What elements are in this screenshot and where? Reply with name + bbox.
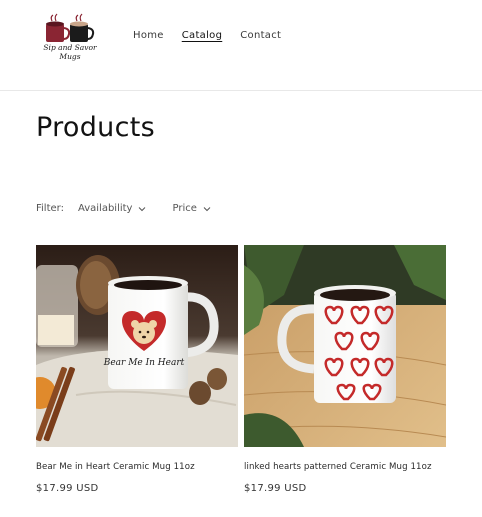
nav-catalog-link[interactable]: Catalog [182, 30, 223, 41]
mug-print-text: Bear Me In Heart [103, 358, 185, 368]
logo-line2: Mugs [59, 52, 81, 61]
price-filter-label: Price [172, 203, 197, 214]
main-nav: Home Catalog Contact [133, 30, 281, 41]
nav-contact-link[interactable]: Contact [240, 30, 281, 41]
logo-line1: Sip and Savor [43, 43, 97, 52]
product-card[interactable]: linked hearts patterned Ceramic Mug 11oz… [244, 245, 446, 494]
nav-home-link[interactable]: Home [133, 30, 164, 41]
product-image[interactable]: Bear Me In Heart [36, 245, 238, 447]
product-title-link[interactable]: Bear Me in Heart Ceramic Mug 11oz [36, 462, 238, 472]
mugs-logo-icon [46, 13, 95, 42]
product-card[interactable]: Bear Me In Heart Bear Me in Heart Cerami… [36, 245, 238, 494]
availability-filter-button[interactable]: Availability [78, 203, 147, 214]
product-price: $17.99 USD [36, 483, 99, 494]
product-image[interactable] [244, 245, 446, 447]
chevron-down-icon [203, 206, 211, 211]
chevron-down-icon [139, 206, 146, 211]
availability-filter-label: Availability [77, 203, 133, 214]
filter-label: Filter: [36, 203, 64, 214]
product-price: $17.99 USD [244, 483, 307, 494]
price-filter-button[interactable]: Price [172, 203, 211, 214]
store-logo[interactable]: Sip and Savor Mugs [40, 10, 100, 68]
filter-bar: Filter: Availability Price [36, 203, 237, 214]
page-title: Products [36, 112, 155, 143]
product-title-link[interactable]: linked hearts patterned Ceramic Mug 11oz [244, 462, 446, 472]
site-header: Sip and Savor Mugs Home Catalog Contact [0, 0, 482, 91]
logo-text: Sip and Savor Mugs [40, 43, 100, 61]
